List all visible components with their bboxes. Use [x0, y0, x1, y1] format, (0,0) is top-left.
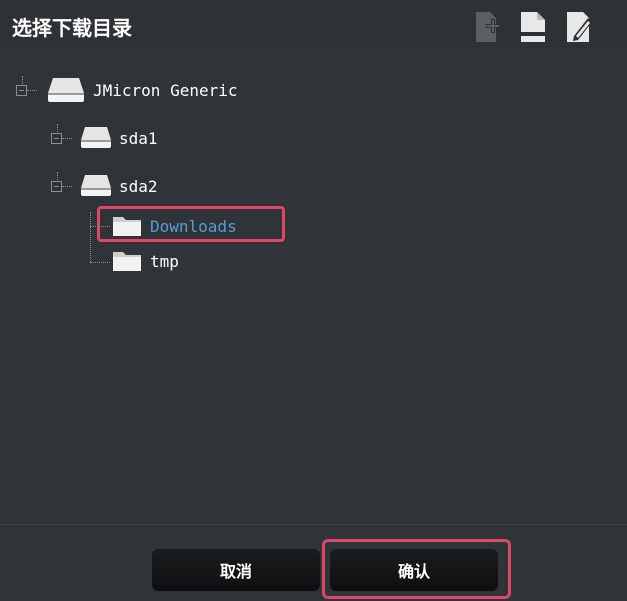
folder-icon: [113, 217, 141, 236]
tree-node-label: sda2: [119, 177, 158, 196]
dialog-footer: 取消 确认: [0, 524, 627, 601]
tree-node-label: sda1: [119, 129, 158, 148]
drive-icon[interactable]: [518, 10, 548, 44]
add-folder-icon[interactable]: [472, 10, 502, 44]
drive-icon: [48, 78, 84, 102]
tree-connector: [62, 186, 72, 187]
collapse-toggle[interactable]: [16, 85, 27, 96]
cancel-button[interactable]: 取消: [152, 549, 320, 591]
folder-icon: [113, 252, 141, 271]
collapse-toggle[interactable]: [51, 181, 62, 192]
edit-icon[interactable]: [564, 10, 594, 44]
folder-tree: JMicron Generic sda1 sda2 Downloads tmp: [0, 48, 627, 524]
collapse-toggle[interactable]: [51, 133, 62, 144]
tree-connector: [90, 262, 110, 263]
tree-node-label: Downloads: [150, 217, 237, 236]
dialog-title: 选择下载目录: [12, 16, 132, 40]
tree-node-sda2[interactable]: sda2: [51, 171, 181, 201]
drive-icon: [81, 175, 111, 196]
tree-connector: [27, 90, 37, 91]
tree-node-label: JMicron Generic: [93, 81, 238, 100]
tree-node-downloads[interactable]: Downloads: [90, 211, 280, 241]
tree-node-label: tmp: [150, 252, 179, 271]
confirm-button[interactable]: 确认: [330, 549, 498, 591]
tree-node-tmp[interactable]: tmp: [90, 246, 210, 276]
drive-icon: [81, 127, 111, 148]
tree-connector: [62, 138, 72, 139]
tree-node-sda1[interactable]: sda1: [51, 123, 181, 153]
tree-connector: [90, 226, 110, 227]
dialog-header: 选择下载目录: [0, 0, 627, 48]
tree-node-root[interactable]: JMicron Generic: [16, 75, 276, 105]
